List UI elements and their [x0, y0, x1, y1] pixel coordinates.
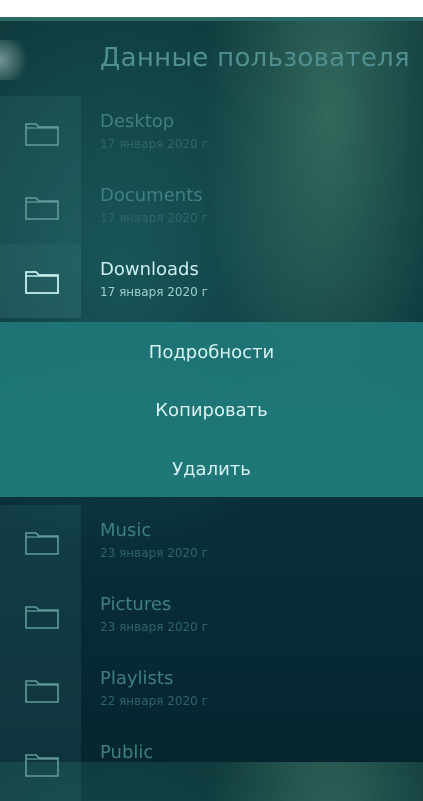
folder-icon-box: [0, 727, 81, 801]
file-list-top: Desktop 17 января 2020 г Documents 17 ян…: [0, 96, 423, 318]
folder-date: 17 января 2020 г: [100, 137, 208, 151]
folder-name: Playlists: [100, 668, 174, 689]
page-title: Данные пользователя: [100, 43, 410, 73]
folder-name: Documents: [100, 185, 203, 206]
folder-icon: [25, 754, 59, 777]
folder-icon-box: [0, 505, 81, 579]
folder-item-public[interactable]: Public: [0, 727, 423, 801]
folder-name: Downloads: [100, 259, 199, 280]
folder-item-documents[interactable]: Documents 17 января 2020 г: [0, 170, 423, 244]
folder-name: Music: [100, 520, 152, 541]
file-list-bottom: Music 23 января 2020 г Pictures 23 январ…: [0, 505, 423, 801]
folder-icon: [25, 271, 59, 294]
folder-item-music[interactable]: Music 23 января 2020 г: [0, 505, 423, 579]
menu-item-copy[interactable]: Копировать: [0, 381, 423, 440]
folder-item-playlists[interactable]: Playlists 22 января 2020 г: [0, 653, 423, 727]
folder-item-downloads[interactable]: Downloads 17 января 2020 г: [0, 244, 423, 318]
folder-item-pictures[interactable]: Pictures 23 января 2020 г: [0, 579, 423, 653]
folder-icon: [25, 606, 59, 629]
folder-icon-box: [0, 170, 81, 244]
status-bar-divider: [0, 17, 423, 21]
menu-item-details[interactable]: Подробности: [0, 322, 423, 381]
folder-name: Desktop: [100, 111, 175, 132]
folder-name: Public: [100, 742, 154, 763]
folder-icon: [25, 680, 59, 703]
menu-item-delete[interactable]: Удалить: [0, 440, 423, 499]
folder-icon-box: [0, 579, 81, 653]
folder-date: 23 января 2020 г: [100, 620, 208, 634]
folder-item-desktop[interactable]: Desktop 17 января 2020 г: [0, 96, 423, 170]
folder-name: Pictures: [100, 594, 172, 615]
folder-date: 23 января 2020 г: [100, 546, 208, 560]
folder-icon-box: [0, 244, 81, 318]
folder-icon-box: [0, 653, 81, 727]
folder-icon: [25, 197, 59, 220]
context-menu: Подробности Копировать Удалить: [0, 322, 423, 497]
folder-icon: [25, 123, 59, 146]
folder-icon: [25, 532, 59, 555]
folder-icon-box: [0, 96, 81, 170]
folder-date: 17 января 2020 г: [100, 211, 208, 225]
folder-date: 17 января 2020 г: [100, 285, 208, 299]
folder-date: 22 января 2020 г: [100, 694, 208, 708]
status-bar: [0, 0, 423, 17]
